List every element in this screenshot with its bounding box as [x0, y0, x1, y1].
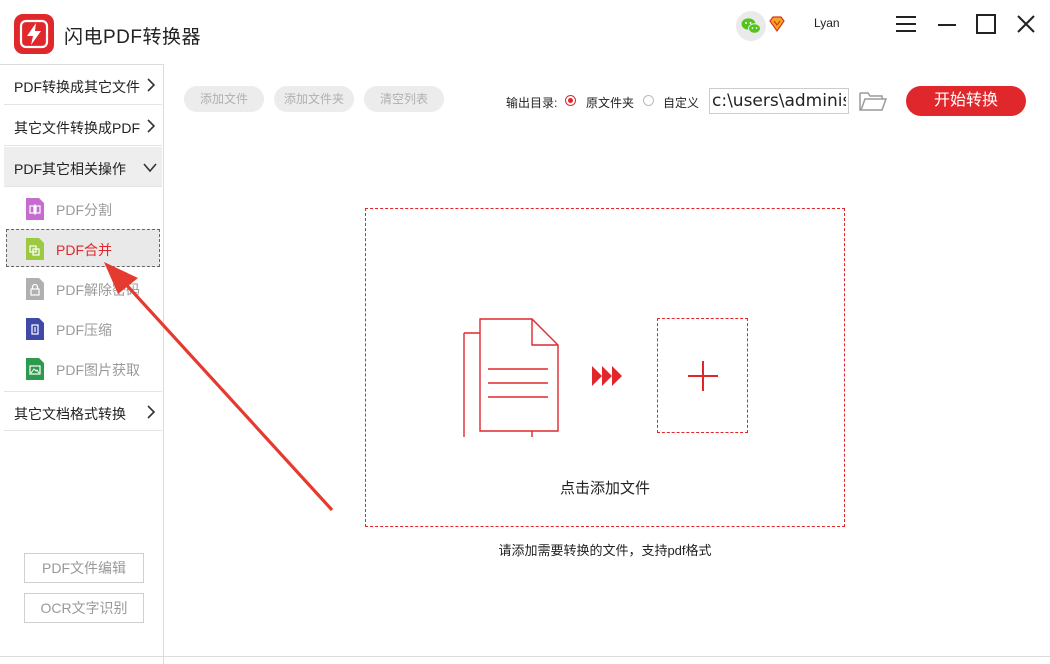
output-directory-label: 输出目录: [506, 96, 558, 110]
add-folder-button[interactable]: 添加文件夹 [274, 86, 354, 112]
sidebar-item-label: PDF分割 [56, 202, 112, 218]
plus-icon [688, 361, 718, 391]
radio-original-folder-label[interactable]: 原文件夹 [586, 94, 634, 111]
output-path-input[interactable] [709, 88, 849, 114]
chevron-down-icon [143, 163, 157, 173]
document-icon [463, 318, 559, 437]
sidebar-item-label: PDF合并 [56, 242, 112, 258]
username[interactable]: Lyan [814, 16, 840, 30]
chevron-right-icon [147, 119, 156, 133]
pdf-merge-icon [26, 238, 44, 260]
radio-custom-folder[interactable] [643, 95, 654, 106]
sidebar-category-other-to-pdf[interactable]: 其它文件转换成PDF [4, 106, 162, 146]
sidebar: PDF转换成其它文件 其它文件转换成PDF PDF其它相关操作 PDF分割 PD… [0, 64, 164, 664]
sidebar-category-pdf-other-ops[interactable]: PDF其它相关操作 [4, 147, 162, 187]
file-drop-zone[interactable]: 点击添加文件 [365, 208, 845, 527]
title-bar: 闪电PDF转换器 Lyan [0, 0, 1050, 64]
pdf-compress-icon [26, 318, 44, 340]
sidebar-item-pdf-compress[interactable]: PDF压缩 [6, 309, 160, 347]
start-convert-button[interactable]: 开始转换 [906, 86, 1026, 116]
chevron-right-icon [147, 78, 156, 92]
radio-custom-folder-label[interactable]: 自定义 [663, 94, 699, 111]
chevron-right-icon [147, 405, 156, 419]
sidebar-item-pdf-image-extract[interactable]: PDF图片获取 [6, 349, 160, 387]
vip-diamond-icon[interactable] [768, 15, 786, 33]
pdf-image-extract-icon [26, 358, 44, 380]
sidebar-item-label: PDF解除密码 [56, 282, 140, 298]
maximize-icon[interactable] [972, 10, 1000, 38]
sidebar-category-label: 其它文件转换成PDF [14, 120, 140, 136]
clear-list-button[interactable]: 清空列表 [364, 86, 444, 112]
sidebar-item-pdf-merge[interactable]: PDF合并 [6, 229, 160, 267]
drop-zone-text[interactable]: 点击添加文件 [366, 477, 844, 498]
bottom-divider [0, 656, 1050, 657]
sidebar-category-pdf-to-other[interactable]: PDF转换成其它文件 [4, 65, 162, 105]
app-title: 闪电PDF转换器 [64, 27, 202, 48]
ocr-button[interactable]: OCR文字识别 [24, 593, 144, 623]
add-file-button[interactable]: 添加文件 [184, 86, 264, 112]
minimize-icon[interactable] [934, 10, 962, 38]
sidebar-item-label: PDF压缩 [56, 322, 112, 338]
hamburger-menu-icon[interactable] [892, 10, 920, 38]
add-file-box[interactable] [657, 318, 748, 433]
pdf-unlock-icon [26, 278, 44, 300]
sidebar-category-label: PDF其它相关操作 [14, 161, 126, 177]
close-icon[interactable] [1012, 10, 1040, 38]
sidebar-item-pdf-unlock[interactable]: PDF解除密码 [6, 269, 160, 307]
sidebar-category-label: 其它文档格式转换 [14, 406, 126, 422]
wechat-icon[interactable] [736, 11, 766, 41]
triple-arrow-icon [592, 366, 622, 386]
format-hint: 请添加需要转换的文件，支持pdf格式 [498, 543, 712, 558]
folder-open-icon[interactable] [858, 89, 888, 113]
pdf-edit-button[interactable]: PDF文件编辑 [24, 553, 144, 583]
pdf-split-icon [26, 198, 44, 220]
sidebar-category-other-doc-formats[interactable]: 其它文档格式转换 [4, 391, 162, 431]
lightning-logo-icon [14, 14, 54, 54]
sidebar-item-pdf-split[interactable]: PDF分割 [6, 189, 160, 227]
radio-original-folder[interactable] [565, 95, 576, 106]
sidebar-item-label: PDF图片获取 [56, 362, 140, 378]
sidebar-category-label: PDF转换成其它文件 [14, 79, 140, 95]
